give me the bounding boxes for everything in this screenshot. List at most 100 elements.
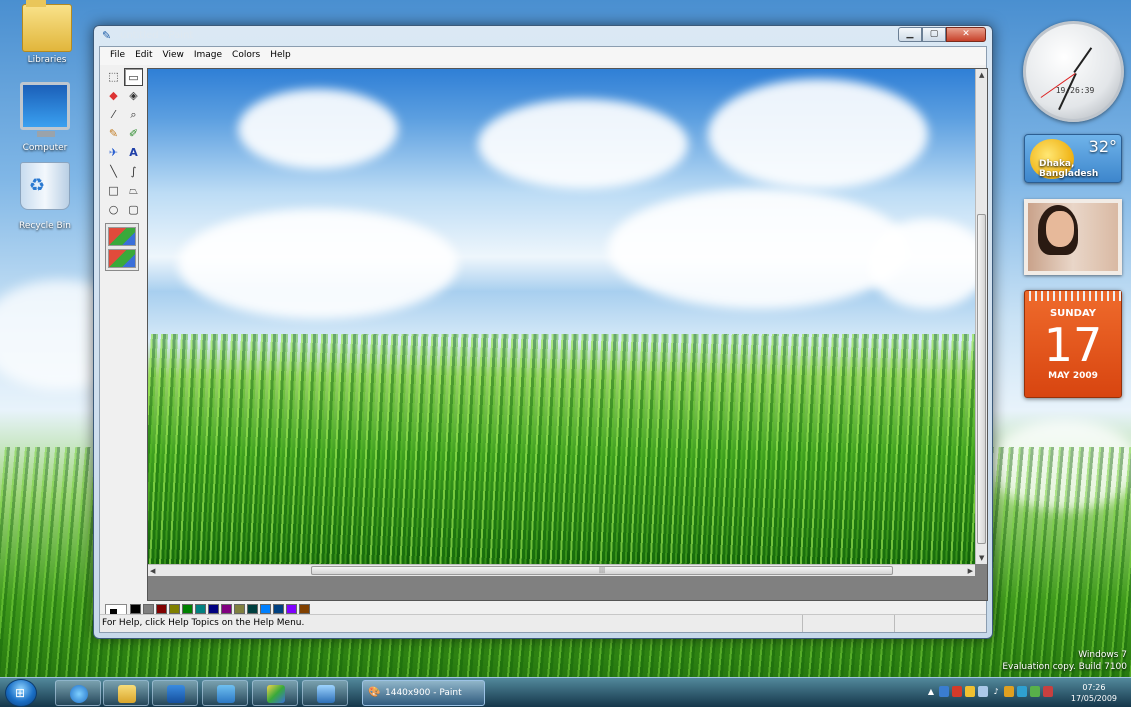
color-picker-icon[interactable]: ⁄ [104,106,123,124]
text-icon[interactable]: A [124,144,143,162]
airbrush-icon[interactable]: ✈ [104,144,123,162]
vertical-scroll-thumb[interactable] [977,214,986,544]
media-icon [167,685,185,703]
rect-select-icon[interactable]: ▭ [124,68,143,86]
menu-colors[interactable]: Colors [227,47,265,65]
maximize-button[interactable]: ▢ [922,27,946,42]
canvas-area: ▲ ▼ ◀ ||| ▶ [147,68,988,601]
free-select-icon[interactable]: ⬚ [104,68,123,86]
pencil-icon[interactable]: ✎ [104,125,123,143]
line-icon[interactable]: ╲ [104,163,123,181]
status-cell-size [894,615,986,632]
menu-help[interactable]: Help [265,47,296,65]
minimize-button[interactable]: ▁ [898,27,922,42]
taskbar-network-button[interactable] [202,680,248,706]
weather-gadget[interactable]: 32° Dhaka, Bangladesh [1024,134,1122,183]
palette-swatch[interactable] [247,604,258,614]
horizontal-scroll-thumb[interactable]: ||| [311,566,893,575]
taskbar: ⊞ 1440x900 - Paint ▲ ♪ 07:26 17/05/2009 [0,677,1131,707]
palette-swatch[interactable] [299,604,310,614]
clock-gadget[interactable]: 19:26:39 [1023,21,1124,122]
tray-messenger-icon[interactable] [1030,686,1040,697]
polygon-icon[interactable]: ⏢ [124,182,143,200]
taskbar-explorer-button[interactable] [103,680,149,706]
palette-swatch[interactable] [156,604,167,614]
taskbar-remote-button[interactable] [302,680,348,706]
remote-icon [317,685,335,703]
recycle-bin-icon [20,162,70,210]
palette-swatch[interactable] [143,604,154,614]
menu-bar: File Edit View Image Colors Help [100,47,986,65]
calendar-date: 17 [1043,318,1103,372]
palette-swatch[interactable] [286,604,297,614]
taskbar-ie-button[interactable] [55,680,101,706]
slideshow-gadget[interactable] [1024,199,1122,275]
menu-image[interactable]: Image [189,47,227,65]
palette-swatch[interactable] [182,604,193,614]
paint-icon [267,685,285,703]
tray-update-icon[interactable] [1004,686,1014,697]
taskbar-active-task[interactable]: 1440x900 - Paint [362,680,485,706]
drawing-canvas[interactable] [148,69,975,564]
scroll-right-icon[interactable]: ▶ [968,567,973,575]
opaque-option[interactable] [108,227,136,246]
windows-logo-icon: ⊞ [15,686,26,700]
status-text: For Help, click Help Topics on the Help … [102,618,305,628]
watermark-line2: Evaluation copy. Build 7100 [1002,662,1127,672]
palette-swatch[interactable] [169,604,180,614]
desktop-icon-label: Computer [22,143,68,153]
tool-options [105,223,139,271]
taskbar-paint-button[interactable] [252,680,298,706]
menu-view[interactable]: View [158,47,189,65]
tray-app-icon[interactable] [965,686,975,697]
tray-alert-icon[interactable] [1043,686,1053,697]
window-title: untitled - Paint [120,30,194,41]
palette-swatch[interactable] [273,604,284,614]
taskbar-date: 17/05/2009 [1070,694,1117,703]
tray-volume-icon[interactable]: ♪ [991,686,1001,697]
taskbar-media-button[interactable] [152,680,198,706]
ellipse-icon[interactable]: ○ [104,201,123,219]
tray-battery-icon[interactable] [978,686,988,697]
weather-city: Dhaka, Bangladesh [1039,159,1099,179]
menu-edit[interactable]: Edit [130,47,157,65]
palette-swatch[interactable] [234,604,245,614]
toolbox: ⬚ ▭ ◆ ◈ ⁄ ⌕ ✎ ✐ ✈ A ╲ ∫ □ ⏢ ○ ▢ [102,68,146,601]
scroll-down-icon[interactable]: ▼ [979,554,984,562]
desktop-icon-computer[interactable]: Computer [13,82,77,153]
tray-arrow-icon[interactable]: ▲ [926,686,936,697]
scroll-up-icon[interactable]: ▲ [979,71,984,79]
palette-swatch[interactable] [195,604,206,614]
window-client-area: File Edit View Image Colors Help ⬚ ▭ ◆ ◈… [99,46,988,633]
taskbar-clock[interactable]: 07:26 17/05/2009 [1071,682,1117,704]
tray-security-icon[interactable] [1017,686,1027,697]
palette-swatch[interactable] [208,604,219,614]
desktop-icon-libraries[interactable]: Libraries [15,0,79,65]
vertical-scrollbar[interactable]: ▲ ▼ [975,69,987,564]
transparent-option[interactable] [108,249,136,268]
menu-file[interactable]: File [105,47,130,65]
tray-network-icon[interactable] [939,686,949,697]
calendar-gadget[interactable]: SUNDAY 17 MAY 2009 [1024,290,1122,398]
rectangle-icon[interactable]: □ [104,182,123,200]
palette-swatch[interactable] [130,604,141,614]
brush-icon[interactable]: ✐ [124,125,143,143]
eraser-icon[interactable]: ◆ [104,87,123,105]
start-button[interactable]: ⊞ [5,679,37,707]
scroll-left-icon[interactable]: ◀ [150,567,155,575]
weather-temperature: 32° [1088,137,1117,156]
status-cell-position [802,615,894,632]
close-button[interactable]: ✕ [946,27,986,42]
watermark-line1: Windows 7 [1078,650,1127,660]
magnifier-icon[interactable]: ⌕ [124,106,143,124]
tray-flag-icon[interactable] [952,686,962,697]
desktop-icon-recycle-bin[interactable]: Recycle Bin [13,162,77,231]
horizontal-scrollbar[interactable]: ◀ ||| ▶ [148,564,975,576]
palette-swatch[interactable] [260,604,271,614]
palette-swatch[interactable] [221,604,232,614]
title-bar[interactable]: ✎ untitled - Paint ▁ ▢ ✕ [94,26,992,46]
fill-bucket-icon[interactable]: ◈ [124,87,143,105]
rounded-rect-icon[interactable]: ▢ [124,201,143,219]
curve-icon[interactable]: ∫ [124,163,143,181]
clock-time: 19:26:39 [1055,86,1095,95]
